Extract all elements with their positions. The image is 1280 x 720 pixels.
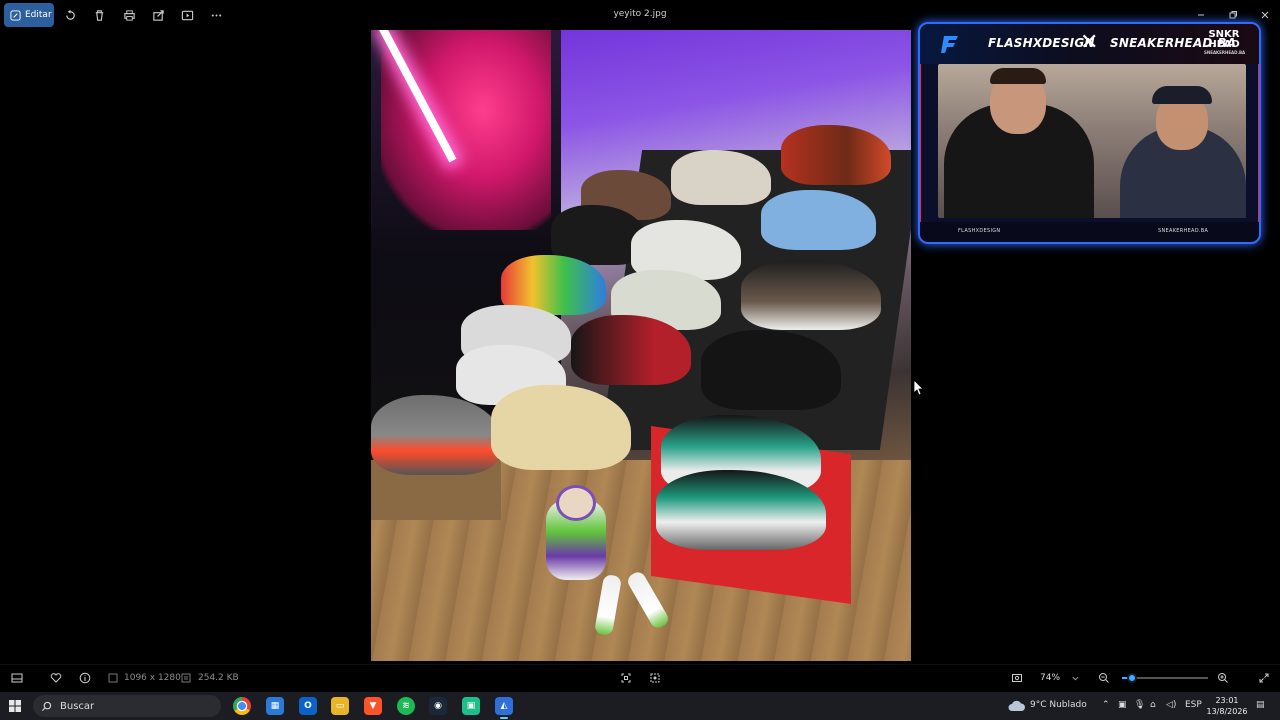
select-icon [650, 673, 660, 683]
minimize-icon [1198, 14, 1204, 16]
webcam-hair-left [990, 68, 1046, 84]
clock-date: 13/8/2026 [1206, 707, 1248, 716]
snkrhead-sub: SNEAKERHEAD.BA [1204, 50, 1246, 55]
taskbar-outlook-icon[interactable]: O [299, 697, 317, 715]
fullscreen-button[interactable] [1257, 671, 1271, 685]
info-icon [79, 672, 91, 684]
notification-icon[interactable]: ▤ [1256, 700, 1265, 710]
webcam-footer: FLASHXDESIGN SNEAKERHEAD.BA [920, 222, 1259, 242]
file-size: 254.2 KB [198, 673, 239, 683]
zoom-slider-thumb[interactable] [1127, 673, 1138, 683]
taskbar-steam-icon[interactable]: ◉ [429, 697, 447, 715]
webcam-collab-x: ✕ [1080, 30, 1099, 55]
zoom-out-icon [1099, 673, 1109, 683]
webcam-handle-right: SNEAKERHEAD.BA [1158, 228, 1209, 234]
heart-icon [50, 673, 62, 683]
crop-button[interactable] [619, 671, 633, 685]
weather-text[interactable]: 9°C Nublado [1030, 700, 1087, 710]
snkrhead-line2: HEAD [1208, 39, 1240, 50]
mouse-cursor-icon [914, 380, 924, 396]
zoom-in-icon [1218, 673, 1228, 683]
webcam-overlay: FLASHXDESIGN ✕ SNEAKERHEAD.BA SNKR HEAD … [918, 22, 1261, 244]
taskbar-clock[interactable]: 23:01 13/8/2026 [1204, 695, 1250, 717]
zoom-in-button[interactable] [1216, 671, 1230, 685]
taskbar-photos-icon[interactable]: ◭ [495, 697, 513, 719]
taskbar-app-icon[interactable]: ▣ [462, 697, 480, 715]
tray-app-icon[interactable]: ▣ [1118, 700, 1127, 710]
restore-icon [1229, 11, 1237, 19]
webcam-video [938, 64, 1246, 218]
zoom-slider[interactable] [1122, 673, 1208, 683]
crop-icon [621, 673, 631, 683]
volume-icon[interactable]: ◁) [1166, 700, 1176, 710]
search-label: Buscar [60, 700, 95, 712]
photo-toy-head [556, 485, 596, 521]
zoom-dropdown[interactable]: 74% [1036, 670, 1086, 686]
filmstrip-button[interactable] [10, 671, 24, 685]
taskbar-chrome-icon[interactable] [233, 697, 251, 715]
status-bar: 1096 x 1280 254.2 KB 74% [0, 664, 1280, 690]
tray-chevron-up-icon[interactable]: ⌃ [1102, 700, 1110, 710]
taskbar-search[interactable]: Buscar [33, 695, 221, 717]
info-button[interactable] [78, 671, 92, 685]
windows-taskbar: Buscar ▦ O ▭ ▼ ≋ ◉ ▣ ◭ 9°C Nublado ⌃ ▣ 🎙… [0, 692, 1280, 720]
language-indicator[interactable]: ESP [1185, 700, 1202, 710]
close-icon [1261, 11, 1269, 19]
zoom-value: 74% [1040, 673, 1061, 683]
fit-screen-button[interactable] [1010, 671, 1024, 685]
fit-screen-icon [1012, 674, 1022, 682]
image-dimensions: 1096 x 1280 [124, 673, 181, 683]
filmstrip-icon [11, 673, 23, 683]
taskbar-store-icon[interactable]: ▦ [266, 697, 284, 715]
photo-sneaker [781, 125, 891, 185]
chevron-down-icon [1072, 676, 1079, 680]
search-icon [41, 701, 52, 711]
close-button[interactable] [1257, 7, 1273, 23]
file-size-icon [179, 671, 193, 685]
taskbar-brave-icon[interactable]: ▼ [364, 697, 382, 715]
flashxdesign-logo-icon [941, 36, 958, 53]
minimize-button[interactable] [1193, 7, 1209, 23]
fullscreen-icon [1259, 673, 1269, 683]
snkrhead-logo: SNKR HEAD SNEAKERHEAD.BA [1204, 30, 1246, 56]
photo-wall-art [381, 30, 551, 230]
favorite-button[interactable] [49, 671, 63, 685]
microphone-icon[interactable]: 🎙 [1134, 700, 1145, 710]
windows-start-icon[interactable] [9, 700, 21, 712]
webcam-cap-right [1152, 86, 1212, 104]
webcam-brand-left: FLASHXDESIGN [988, 36, 1095, 50]
restore-button[interactable] [1225, 7, 1241, 23]
taskbar-explorer-icon[interactable]: ▭ [331, 697, 349, 715]
taskbar-spotify-icon[interactable]: ≋ [397, 697, 415, 715]
photo-canvas[interactable] [371, 30, 911, 661]
cloud-icon [1008, 700, 1025, 711]
clock-time: 23:01 [1215, 696, 1239, 705]
webcam-handle-left: FLASHXDESIGN [958, 228, 1001, 234]
network-icon[interactable]: ⌂ [1150, 700, 1156, 710]
dimensions-icon [106, 671, 120, 685]
zoom-out-button[interactable] [1097, 671, 1111, 685]
window-title: yeyito 2.jpg [613, 9, 667, 19]
select-button[interactable] [648, 671, 662, 685]
